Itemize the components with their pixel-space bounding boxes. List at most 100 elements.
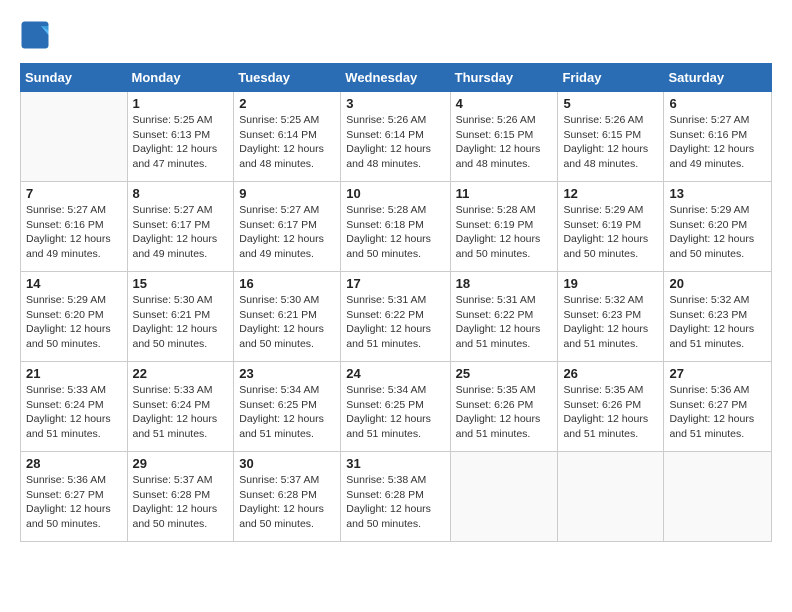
- day-cell: 1 Sunrise: 5:25 AM Sunset: 6:13 PM Daylig…: [127, 92, 234, 182]
- day-number: 24: [346, 366, 444, 381]
- week-row-4: 28Sunrise: 5:36 AM Sunset: 6:27 PM Dayli…: [21, 452, 772, 542]
- day-info: Sunrise: 5:33 AM Sunset: 6:24 PM Dayligh…: [133, 383, 229, 442]
- week-row-3: 21 Sunrise: 5:33 AM Sunset: 6:24 PM Dayli…: [21, 362, 772, 452]
- weekday-sunday: Sunday: [21, 64, 128, 92]
- day-number: 22: [133, 366, 229, 381]
- day-info: Sunrise: 5:32 AM Sunset: 6:23 PM Dayligh…: [669, 293, 766, 352]
- day-info: Sunrise: 5:34 AM Sunset: 6:25 PM Dayligh…: [239, 383, 335, 442]
- day-info: Sunrise: 5:29 AM Sunset: 6:20 PM Dayligh…: [669, 203, 766, 262]
- day-cell: 10 Sunrise: 5:28 AM Sunset: 6:18 PM Dayli…: [341, 182, 450, 272]
- weekday-thursday: Thursday: [450, 64, 558, 92]
- day-number: 12: [563, 186, 658, 201]
- day-info: Sunrise: 5:31 AM Sunset: 6:22 PM Dayligh…: [346, 293, 444, 352]
- day-info: Sunrise: 5:27 AM Sunset: 6:17 PM Dayligh…: [133, 203, 229, 262]
- day-info: Sunrise: 5:36 AM Sunset: 6:27 PM Dayligh…: [26, 473, 122, 532]
- calendar-body: 1 Sunrise: 5:25 AM Sunset: 6:13 PM Daylig…: [21, 92, 772, 542]
- day-info: Sunrise: 5:26 AM Sunset: 6:15 PM Dayligh…: [563, 113, 658, 172]
- day-info: Sunrise: 5:26 AM Sunset: 6:14 PM Dayligh…: [346, 113, 444, 172]
- day-cell: 23 Sunrise: 5:34 AM Sunset: 6:25 PM Dayli…: [234, 362, 341, 452]
- day-info: Sunrise: 5:38 AM Sunset: 6:28 PM Dayligh…: [346, 473, 444, 532]
- day-cell: 21 Sunrise: 5:33 AM Sunset: 6:24 PM Dayli…: [21, 362, 128, 452]
- day-cell: 26Sunrise: 5:35 AM Sunset: 6:26 PM Dayli…: [558, 362, 664, 452]
- day-cell: 6Sunrise: 5:27 AM Sunset: 6:16 PM Daylig…: [664, 92, 772, 182]
- day-cell: 5 Sunrise: 5:26 AM Sunset: 6:15 PM Daylig…: [558, 92, 664, 182]
- week-row-0: 1 Sunrise: 5:25 AM Sunset: 6:13 PM Daylig…: [21, 92, 772, 182]
- day-cell: 17 Sunrise: 5:31 AM Sunset: 6:22 PM Dayli…: [341, 272, 450, 362]
- weekday-tuesday: Tuesday: [234, 64, 341, 92]
- day-info: Sunrise: 5:29 AM Sunset: 6:20 PM Dayligh…: [26, 293, 122, 352]
- day-info: Sunrise: 5:35 AM Sunset: 6:26 PM Dayligh…: [563, 383, 658, 442]
- day-info: Sunrise: 5:28 AM Sunset: 6:19 PM Dayligh…: [456, 203, 553, 262]
- day-cell: 13 Sunrise: 5:29 AM Sunset: 6:20 PM Dayli…: [664, 182, 772, 272]
- calendar-table: SundayMondayTuesdayWednesdayThursdayFrid…: [20, 63, 772, 542]
- day-cell: 27 Sunrise: 5:36 AM Sunset: 6:27 PM Dayli…: [664, 362, 772, 452]
- day-number: 8: [133, 186, 229, 201]
- day-cell: 9 Sunrise: 5:27 AM Sunset: 6:17 PM Daylig…: [234, 182, 341, 272]
- day-cell: 24 Sunrise: 5:34 AM Sunset: 6:25 PM Dayli…: [341, 362, 450, 452]
- day-info: Sunrise: 5:36 AM Sunset: 6:27 PM Dayligh…: [669, 383, 766, 442]
- day-number: 13: [669, 186, 766, 201]
- day-info: Sunrise: 5:27 AM Sunset: 6:16 PM Dayligh…: [26, 203, 122, 262]
- day-number: 2: [239, 96, 335, 111]
- day-number: 19: [563, 276, 658, 291]
- day-number: 17: [346, 276, 444, 291]
- day-number: 18: [456, 276, 553, 291]
- day-number: 5: [563, 96, 658, 111]
- day-number: 29: [133, 456, 229, 471]
- day-info: Sunrise: 5:26 AM Sunset: 6:15 PM Dayligh…: [456, 113, 553, 172]
- day-cell: 8 Sunrise: 5:27 AM Sunset: 6:17 PM Daylig…: [127, 182, 234, 272]
- logo: [20, 20, 54, 50]
- day-info: Sunrise: 5:33 AM Sunset: 6:24 PM Dayligh…: [26, 383, 122, 442]
- weekday-wednesday: Wednesday: [341, 64, 450, 92]
- day-number: 4: [456, 96, 553, 111]
- day-number: 7: [26, 186, 122, 201]
- weekday-saturday: Saturday: [664, 64, 772, 92]
- day-cell: 7 Sunrise: 5:27 AM Sunset: 6:16 PM Daylig…: [21, 182, 128, 272]
- day-cell: 16 Sunrise: 5:30 AM Sunset: 6:21 PM Dayli…: [234, 272, 341, 362]
- day-cell: 18 Sunrise: 5:31 AM Sunset: 6:22 PM Dayli…: [450, 272, 558, 362]
- day-info: Sunrise: 5:37 AM Sunset: 6:28 PM Dayligh…: [133, 473, 229, 532]
- day-cell: 25Sunrise: 5:35 AM Sunset: 6:26 PM Dayli…: [450, 362, 558, 452]
- day-info: Sunrise: 5:29 AM Sunset: 6:19 PM Dayligh…: [563, 203, 658, 262]
- day-cell: 28Sunrise: 5:36 AM Sunset: 6:27 PM Dayli…: [21, 452, 128, 542]
- day-number: 27: [669, 366, 766, 381]
- day-info: Sunrise: 5:27 AM Sunset: 6:17 PM Dayligh…: [239, 203, 335, 262]
- day-cell: [21, 92, 128, 182]
- day-info: Sunrise: 5:32 AM Sunset: 6:23 PM Dayligh…: [563, 293, 658, 352]
- day-number: 1: [133, 96, 229, 111]
- day-cell: 11 Sunrise: 5:28 AM Sunset: 6:19 PM Dayli…: [450, 182, 558, 272]
- weekday-friday: Friday: [558, 64, 664, 92]
- day-cell: [450, 452, 558, 542]
- day-info: Sunrise: 5:28 AM Sunset: 6:18 PM Dayligh…: [346, 203, 444, 262]
- day-number: 25: [456, 366, 553, 381]
- day-cell: 4 Sunrise: 5:26 AM Sunset: 6:15 PM Daylig…: [450, 92, 558, 182]
- day-number: 9: [239, 186, 335, 201]
- day-info: Sunrise: 5:30 AM Sunset: 6:21 PM Dayligh…: [239, 293, 335, 352]
- day-number: 23: [239, 366, 335, 381]
- day-info: Sunrise: 5:31 AM Sunset: 6:22 PM Dayligh…: [456, 293, 553, 352]
- day-cell: 30Sunrise: 5:37 AM Sunset: 6:28 PM Dayli…: [234, 452, 341, 542]
- day-cell: [558, 452, 664, 542]
- day-number: 3: [346, 96, 444, 111]
- day-info: Sunrise: 5:25 AM Sunset: 6:13 PM Dayligh…: [133, 113, 229, 172]
- day-cell: 15Sunrise: 5:30 AM Sunset: 6:21 PM Dayli…: [127, 272, 234, 362]
- day-number: 10: [346, 186, 444, 201]
- week-row-1: 7 Sunrise: 5:27 AM Sunset: 6:16 PM Daylig…: [21, 182, 772, 272]
- day-number: 21: [26, 366, 122, 381]
- day-cell: 14 Sunrise: 5:29 AM Sunset: 6:20 PM Dayli…: [21, 272, 128, 362]
- day-cell: 12 Sunrise: 5:29 AM Sunset: 6:19 PM Dayli…: [558, 182, 664, 272]
- day-number: 20: [669, 276, 766, 291]
- day-info: Sunrise: 5:25 AM Sunset: 6:14 PM Dayligh…: [239, 113, 335, 172]
- day-info: Sunrise: 5:27 AM Sunset: 6:16 PM Dayligh…: [669, 113, 766, 172]
- day-number: 15: [133, 276, 229, 291]
- day-number: 14: [26, 276, 122, 291]
- day-info: Sunrise: 5:34 AM Sunset: 6:25 PM Dayligh…: [346, 383, 444, 442]
- day-number: 31: [346, 456, 444, 471]
- day-cell: 19 Sunrise: 5:32 AM Sunset: 6:23 PM Dayli…: [558, 272, 664, 362]
- day-cell: 22 Sunrise: 5:33 AM Sunset: 6:24 PM Dayli…: [127, 362, 234, 452]
- day-number: 11: [456, 186, 553, 201]
- day-cell: [664, 452, 772, 542]
- week-row-2: 14 Sunrise: 5:29 AM Sunset: 6:20 PM Dayli…: [21, 272, 772, 362]
- weekday-header-row: SundayMondayTuesdayWednesdayThursdayFrid…: [21, 64, 772, 92]
- day-number: 16: [239, 276, 335, 291]
